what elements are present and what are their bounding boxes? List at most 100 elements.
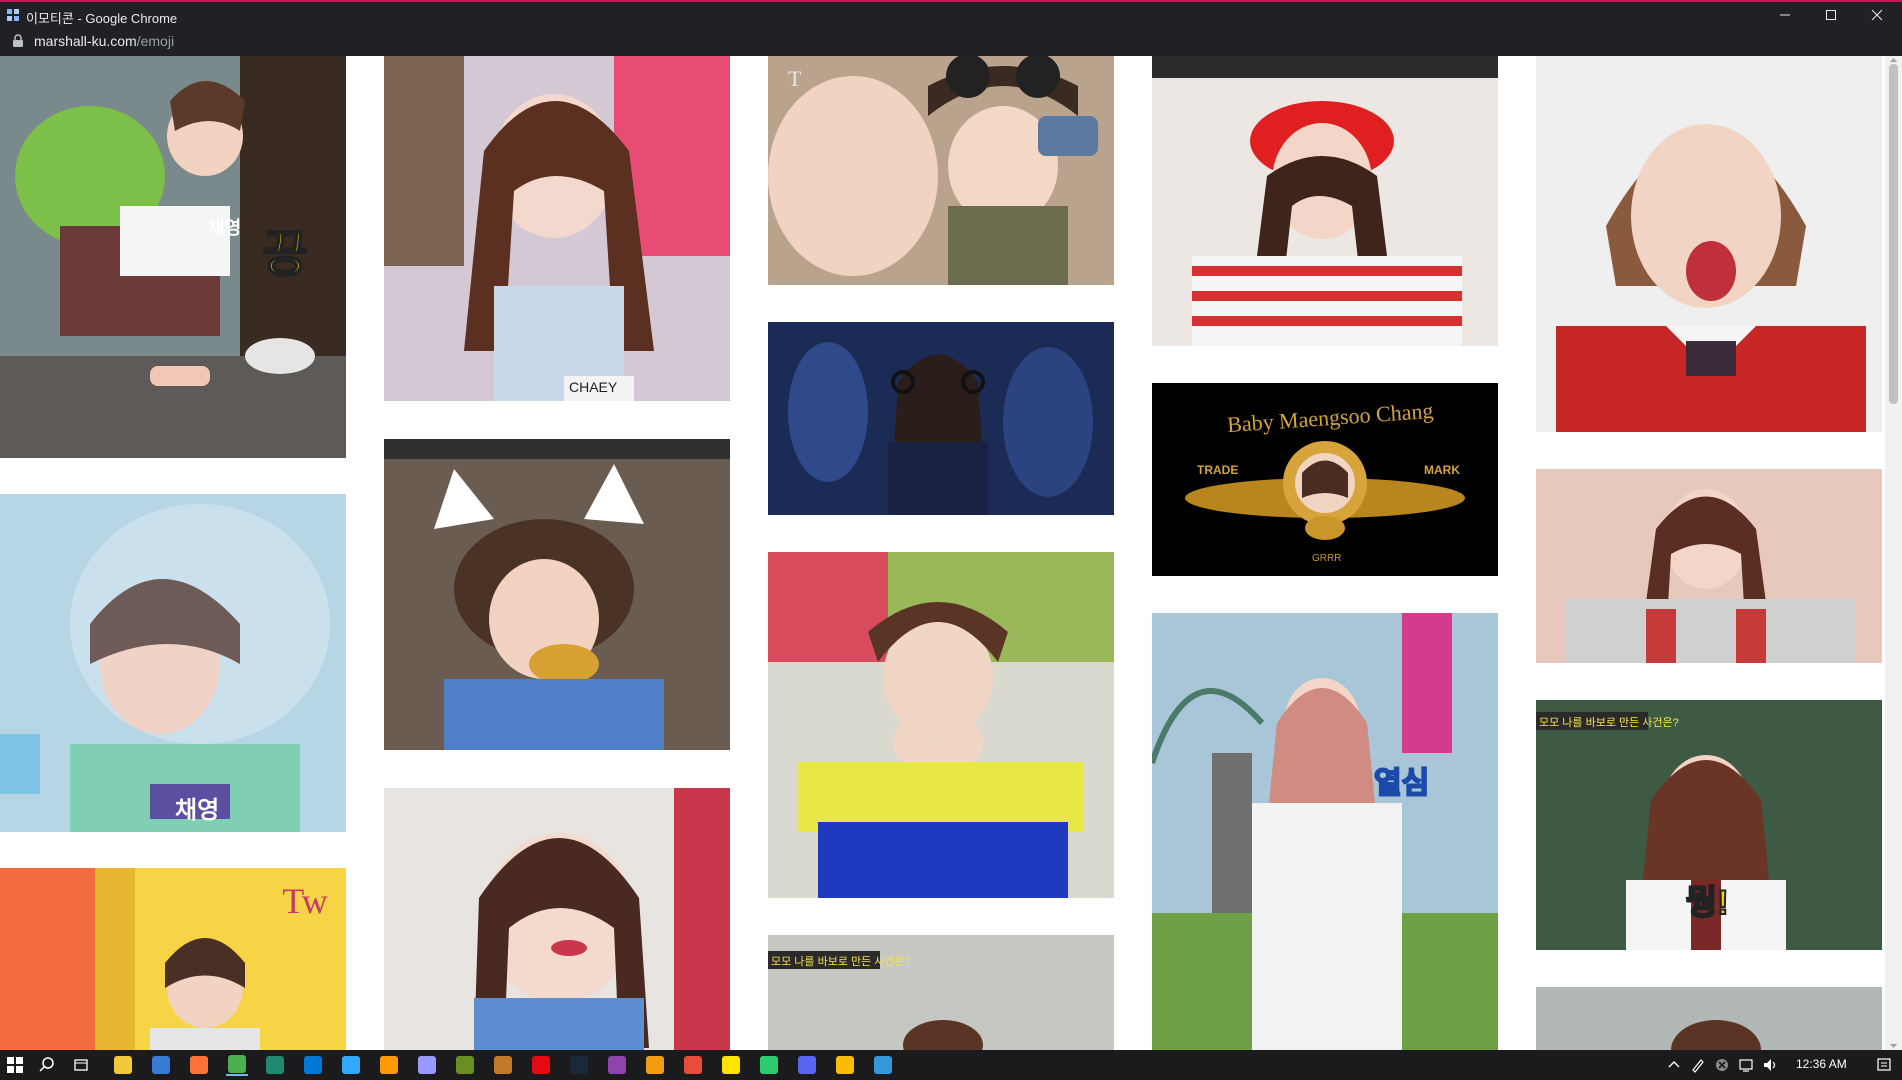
url-host: marshall-ku.com: [34, 33, 137, 49]
maximize-button[interactable]: [1808, 2, 1854, 28]
taskbar-app-button[interactable]: [606, 1054, 628, 1076]
taskbar-app-button[interactable]: [112, 1054, 134, 1076]
taskbar-app-button[interactable]: [872, 1054, 894, 1076]
red-app-icon: [684, 1056, 702, 1074]
taskbar-app-button[interactable]: [682, 1054, 704, 1076]
minecraft-icon: [456, 1056, 474, 1074]
file-explorer-icon: [114, 1056, 132, 1074]
gallery-tile[interactable]: 채영 끙: [0, 56, 346, 458]
gallery-tile[interactable]: [384, 439, 730, 750]
gallery-tile[interactable]: Tw: [0, 868, 346, 1050]
gitkraken-icon: [266, 1056, 284, 1074]
pen-icon[interactable]: [1690, 1057, 1706, 1073]
tile-overlay-text: 뭥!: [1685, 883, 1730, 923]
blue-app-icon: [874, 1056, 892, 1074]
emoji-gallery[interactable]: 채영 끙 채영 Tw CHAEY T 모모 나를 바보로 만든 사건은? Bab…: [0, 56, 1902, 1050]
gallery-tile[interactable]: 열심: [1152, 613, 1498, 1050]
discord-icon: [798, 1056, 816, 1074]
gallery-tile[interactable]: [384, 788, 730, 1050]
network-icon: [608, 1056, 626, 1074]
volume-icon[interactable]: [1762, 1057, 1778, 1073]
url-text[interactable]: marshall-ku.com/emoji: [34, 33, 174, 49]
taskbar-app-button[interactable]: [644, 1054, 666, 1076]
taskbar-app-button[interactable]: [720, 1054, 742, 1076]
taskbar-app-button[interactable]: [340, 1054, 362, 1076]
gallery-tile[interactable]: T: [768, 56, 1114, 285]
taskbar-app-button[interactable]: [150, 1054, 172, 1076]
taskbar-app-button[interactable]: [568, 1054, 590, 1076]
address-bar[interactable]: marshall-ku.com/emoji: [0, 28, 1902, 56]
search-icon: [39, 1057, 54, 1072]
tile-overlay-text: 끙: [261, 225, 309, 283]
windows-taskbar: 12:36 AM: [0, 1050, 1902, 1080]
tzuyu-pointing-gif: [1536, 469, 1882, 663]
netflix-like-icon: [532, 1056, 550, 1074]
taskbar-app-button[interactable]: [796, 1054, 818, 1076]
task-view-button[interactable]: [70, 1054, 92, 1076]
gallery-tile[interactable]: Baby Maengsoo Chang TRADE MARK GRRR: [1152, 383, 1498, 576]
app-tray-circle-icon[interactable]: [1714, 1057, 1730, 1073]
notifications-icon[interactable]: [1876, 1057, 1892, 1073]
svg-text:Tw: Tw: [282, 881, 327, 921]
close-button[interactable]: [1854, 2, 1900, 28]
dahyun-heart-hands-gif: [768, 552, 1114, 898]
windows-logo-icon: [7, 1057, 23, 1073]
taskbar-app-button[interactable]: [302, 1054, 324, 1076]
chrome-canary-icon: [836, 1056, 854, 1074]
chaeyoung-red-beret-gif: [1152, 56, 1498, 346]
gallery-tile[interactable]: [1152, 56, 1498, 346]
taskbar-app-button[interactable]: [834, 1054, 856, 1076]
taskbar-app-button[interactable]: [530, 1054, 552, 1076]
taskbar-app-button[interactable]: [454, 1054, 476, 1076]
taskbar-app-button[interactable]: [758, 1054, 780, 1076]
window-title: 이모티콘 - Google Chrome: [26, 11, 178, 26]
tile-caption: 모모 나를 바보로 만든 사건은?: [771, 956, 911, 968]
start-button[interactable]: [4, 1054, 26, 1076]
scroll-down-arrow-icon[interactable]: [1889, 1042, 1898, 1050]
minimize-icon: [1780, 14, 1790, 16]
scroll-up-arrow-icon[interactable]: [1889, 56, 1898, 64]
jihyo-thumbs-up-park-gif: [1152, 613, 1498, 1050]
gallery-tile[interactable]: 채영: [0, 494, 346, 832]
minimize-button[interactable]: [1762, 2, 1808, 28]
green-app-icon: [760, 1056, 778, 1074]
taskbar-app-button[interactable]: [378, 1054, 400, 1076]
chaeyoung-headphones-stage-gif: [768, 322, 1114, 515]
photoshop-icon: [342, 1056, 360, 1074]
search-button[interactable]: [36, 1054, 58, 1076]
gallery-tile[interactable]: [1536, 56, 1882, 432]
tile-caption: 채영: [208, 218, 242, 238]
gallery-tile[interactable]: [768, 552, 1114, 898]
taskbar-app-button[interactable]: [264, 1054, 286, 1076]
gallery-tile[interactable]: [1536, 469, 1882, 663]
taskbar-app-button[interactable]: [492, 1054, 514, 1076]
taskbar-app-button[interactable]: [226, 1054, 248, 1076]
title-bar[interactable]: 이모티콘 - Google Chrome: [0, 0, 1902, 28]
gallery-tile[interactable]: 모모 나를 바보로 만든 사건은? 뭥!: [1536, 700, 1882, 950]
partial-bottom-gif: [1536, 987, 1882, 1050]
network-icon[interactable]: [1738, 1057, 1754, 1073]
scroll-thumb[interactable]: [1889, 64, 1898, 404]
sana-water-bubble-gif: [0, 494, 346, 832]
gallery-tile[interactable]: 모모 나를 바보로 만든 사건은?: [768, 935, 1114, 1050]
mgm-right-text: MARK: [1424, 463, 1460, 477]
after-effects-icon: [418, 1056, 436, 1074]
mgm-left-text: TRADE: [1197, 463, 1239, 477]
taskbar-app-button[interactable]: [416, 1054, 438, 1076]
taskbar-clock[interactable]: 12:36 AM: [1796, 1057, 1847, 1071]
gallery-tile[interactable]: [768, 322, 1114, 515]
firefox-icon: [190, 1056, 208, 1074]
tray-overflow-chevron-icon[interactable]: [1666, 1057, 1682, 1073]
taskbar-app-button[interactable]: [188, 1054, 210, 1076]
tile-caption: CHAEY: [569, 379, 618, 395]
gallery-tile[interactable]: [1536, 987, 1882, 1050]
page-scrollbar[interactable]: [1885, 56, 1902, 1050]
task-view-icon: [74, 1059, 88, 1071]
tile-caption: 채영: [175, 797, 220, 824]
nayeon-jeongyeon-laughing-car-gif: T: [768, 56, 1114, 285]
tile-caption: 모모 나를 바보로 만든 사건은?: [1539, 717, 1679, 729]
jeongyeon-red-uniform-gif: [1536, 56, 1882, 432]
close-icon: [1871, 9, 1883, 21]
gallery-tile[interactable]: CHAEY: [384, 56, 730, 401]
vscode-icon: [304, 1056, 322, 1074]
